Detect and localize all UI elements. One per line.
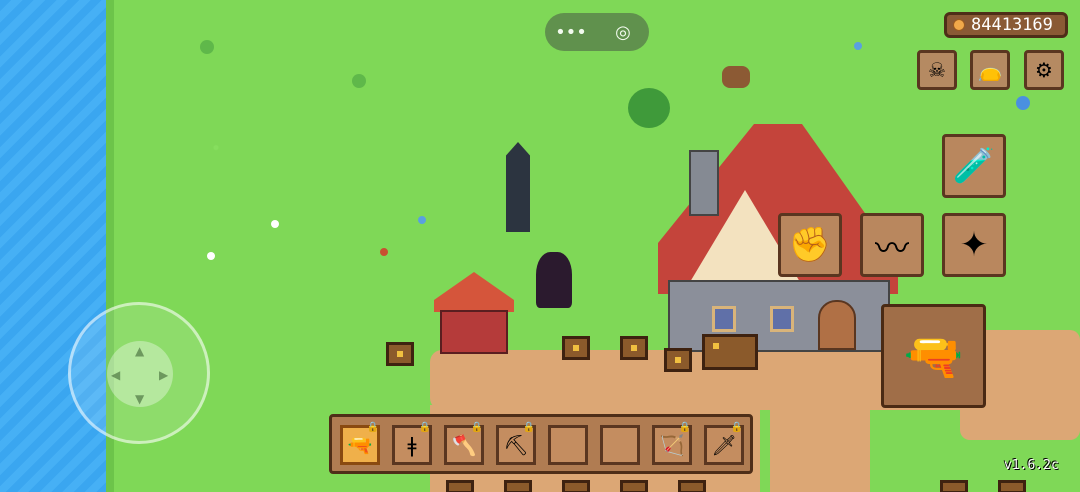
lock-icon: 🔒 bbox=[730, 422, 743, 433]
lock-icon: 🔒 bbox=[470, 422, 483, 433]
hotbar-slot-staff[interactable]: ǂ 🔒 bbox=[392, 422, 432, 465]
crafting-table[interactable] bbox=[702, 334, 758, 370]
hotbar-slot-pickaxe[interactable]: ⛏ 🔒 bbox=[496, 422, 536, 465]
attack-button[interactable]: 🔫 bbox=[881, 304, 986, 408]
house-door[interactable] bbox=[818, 300, 856, 350]
rune-obelisk bbox=[506, 142, 530, 232]
hotbar: 🔫 🔒 ǂ 🔒 🪓 🔒 ⛏ 🔒 🏹 🔒 🗡 🔒 bbox=[329, 414, 753, 474]
sword-icon: 🗡 bbox=[711, 433, 737, 457]
chest[interactable] bbox=[998, 480, 1026, 492]
version-label: v1.6.2c bbox=[1004, 458, 1059, 473]
chest[interactable] bbox=[620, 480, 648, 492]
hotbar-slot-bow[interactable]: 🏹 🔒 bbox=[652, 422, 692, 465]
dash-icon: ✦ bbox=[959, 225, 989, 265]
dirt-path bbox=[770, 400, 870, 492]
hotbar-slot-gun[interactable]: 🔫 🔒 bbox=[340, 422, 380, 465]
chest[interactable] bbox=[678, 480, 706, 492]
arrow-up-icon: ▲ bbox=[135, 344, 145, 358]
red-shed[interactable] bbox=[434, 272, 514, 354]
potion-icon: 🧪 bbox=[952, 146, 996, 186]
treasure-chest[interactable] bbox=[562, 336, 590, 360]
hotbar-slot-axe[interactable]: 🪓 🔒 bbox=[444, 422, 484, 465]
virtual-joystick[interactable]: ▲ ▼ ◀ ▶ bbox=[68, 302, 210, 444]
slash-skill-button[interactable]: 〰 bbox=[860, 213, 924, 277]
lock-icon: 🔒 bbox=[522, 422, 535, 433]
berry-bush bbox=[628, 88, 670, 128]
settings-button[interactable]: ⚙ bbox=[1024, 50, 1064, 90]
chest[interactable] bbox=[446, 480, 474, 492]
potion-button[interactable]: 🧪 bbox=[942, 134, 1006, 198]
gun-icon: 🔫 bbox=[903, 328, 964, 385]
bag-icon: 👝 bbox=[977, 58, 1003, 82]
flower bbox=[1016, 96, 1030, 110]
shed-body bbox=[440, 310, 508, 354]
gauntlet-icon: ✊ bbox=[788, 225, 832, 265]
lock-icon: 🔒 bbox=[366, 422, 379, 433]
staff-icon: ǂ bbox=[407, 433, 417, 457]
flower bbox=[854, 42, 862, 50]
chest[interactable] bbox=[562, 480, 590, 492]
house-window bbox=[770, 306, 794, 332]
chest[interactable] bbox=[504, 480, 532, 492]
house-window bbox=[712, 306, 736, 332]
treasure-chest[interactable] bbox=[620, 336, 648, 360]
axe-icon: 🪓 bbox=[451, 433, 477, 457]
flower bbox=[380, 248, 388, 256]
mini-program-capsule: ••• ◎ bbox=[545, 13, 649, 51]
hotbar-slot-empty[interactable] bbox=[600, 425, 640, 465]
house-chimney bbox=[689, 150, 719, 216]
skull-icon: ☠ bbox=[928, 58, 946, 82]
arrow-left-icon: ◀ bbox=[111, 368, 121, 382]
tree-stump bbox=[722, 66, 750, 88]
player-character bbox=[536, 252, 572, 308]
lock-icon: 🔒 bbox=[418, 422, 431, 433]
bush bbox=[352, 74, 366, 88]
storage-chest[interactable] bbox=[386, 342, 414, 366]
bow-icon: 🏹 bbox=[659, 433, 685, 457]
pickaxe-icon: ⛏ bbox=[503, 433, 529, 457]
dash-skill-button[interactable]: ✦ bbox=[942, 213, 1006, 277]
storage-chest[interactable] bbox=[664, 348, 692, 372]
bush bbox=[200, 40, 214, 54]
flower bbox=[271, 220, 279, 228]
coin-counter: 84413169 bbox=[944, 12, 1068, 38]
hotbar-slot-sword[interactable]: 🗡 🔒 bbox=[704, 422, 744, 465]
bag-button[interactable]: 👝 bbox=[970, 50, 1010, 90]
chest[interactable] bbox=[940, 480, 968, 492]
hotbar-slot-empty[interactable] bbox=[548, 425, 588, 465]
gun-icon: 🔫 bbox=[347, 433, 373, 457]
coin-icon bbox=[953, 19, 965, 31]
flower bbox=[418, 216, 426, 224]
coin-value: 84413169 bbox=[971, 15, 1053, 35]
arrow-right-icon: ▶ bbox=[159, 368, 169, 382]
more-menu-icon[interactable]: ••• bbox=[545, 22, 597, 43]
arrow-down-icon: ▼ bbox=[135, 392, 145, 406]
gauntlet-button[interactable]: ✊ bbox=[778, 213, 842, 277]
shed-roof bbox=[434, 272, 514, 312]
slash-icon: 〰 bbox=[875, 228, 909, 269]
record-icon[interactable]: ◎ bbox=[597, 22, 649, 43]
skull-button[interactable]: ☠ bbox=[917, 50, 957, 90]
flower bbox=[207, 252, 215, 260]
settings-icon: ⚙ bbox=[1035, 58, 1053, 82]
lock-icon: 🔒 bbox=[678, 422, 691, 433]
